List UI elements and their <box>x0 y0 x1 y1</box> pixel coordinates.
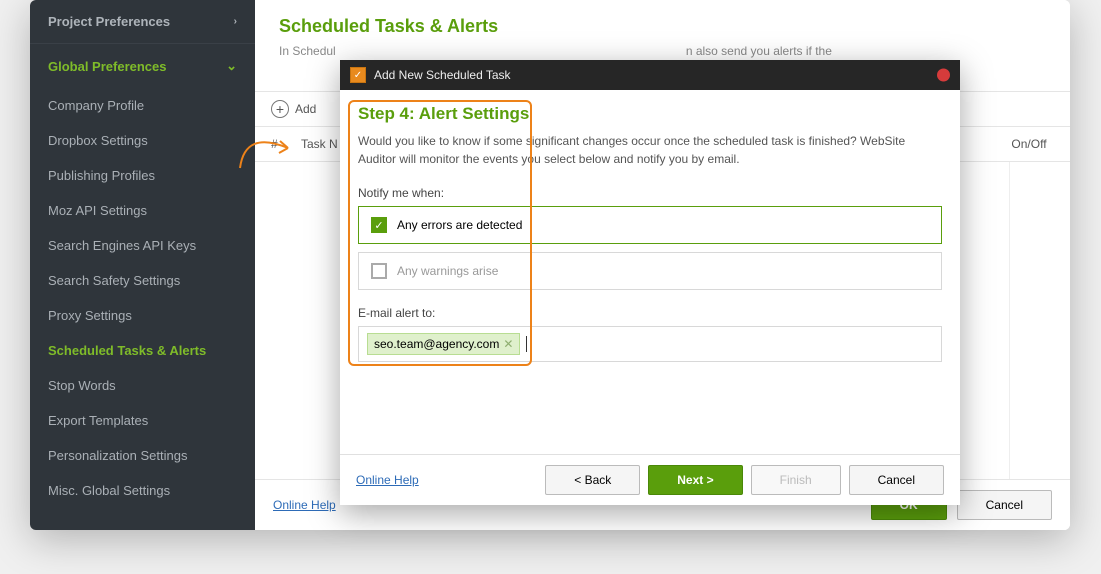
step-description: Would you like to know if some significa… <box>358 132 942 168</box>
global-preferences-header[interactable]: Global Preferences ⌄ <box>30 43 255 88</box>
check-icon <box>371 263 387 279</box>
sidebar-item-moz[interactable]: Moz API Settings <box>30 193 255 228</box>
project-prefs-label: Project Preferences <box>48 14 170 29</box>
task-icon: ✓ <box>350 67 366 83</box>
chevron-down-icon: ⌄ <box>226 58 237 74</box>
modal-cancel-button[interactable]: Cancel <box>849 465 944 495</box>
next-button[interactable]: Next > <box>648 465 742 495</box>
chevron-right-icon: › <box>234 16 237 27</box>
add-scheduled-task-modal: ✓ Add New Scheduled Task Step 4: Alert S… <box>340 60 960 505</box>
project-preferences-header[interactable]: Project Preferences › <box>30 0 255 43</box>
sidebar-item-proxy[interactable]: Proxy Settings <box>30 298 255 333</box>
sidebar-item-dropbox[interactable]: Dropbox Settings <box>30 123 255 158</box>
sidebar-item-publishing[interactable]: Publishing Profiles <box>30 158 255 193</box>
email-group: E-mail alert to: seo.team@agency.com ✕ <box>358 306 942 362</box>
sidebar-item-misc[interactable]: Misc. Global Settings <box>30 473 255 508</box>
step-title: Step 4: Alert Settings <box>358 104 942 124</box>
errors-label: Any errors are detected <box>397 218 522 232</box>
email-input[interactable]: seo.team@agency.com ✕ <box>358 326 942 362</box>
notify-group: Notify me when: ✓ Any errors are detecte… <box>358 186 942 290</box>
online-help-link[interactable]: Online Help <box>273 498 336 512</box>
col-number: # <box>271 137 301 151</box>
modal-help-link[interactable]: Online Help <box>356 473 419 487</box>
check-icon: ✓ <box>371 217 387 233</box>
checkbox-warnings[interactable]: Any warnings arise <box>358 252 942 290</box>
modal-footer: Online Help < Back Next > Finish Cancel <box>340 454 960 505</box>
sidebar-item-export[interactable]: Export Templates <box>30 403 255 438</box>
sidebar-item-company[interactable]: Company Profile <box>30 88 255 123</box>
email-tag: seo.team@agency.com ✕ <box>367 333 520 355</box>
sidebar: Project Preferences › Global Preferences… <box>30 0 255 530</box>
email-value: seo.team@agency.com <box>374 337 499 351</box>
sidebar-item-search-keys[interactable]: Search Engines API Keys <box>30 228 255 263</box>
sidebar-item-search-safety[interactable]: Search Safety Settings <box>30 263 255 298</box>
add-label: Add <box>295 102 316 116</box>
cancel-button[interactable]: Cancel <box>957 490 1052 520</box>
checkbox-errors[interactable]: ✓ Any errors are detected <box>358 206 942 244</box>
warnings-label: Any warnings arise <box>397 264 498 278</box>
modal-body: Step 4: Alert Settings Would you like to… <box>340 90 960 454</box>
text-cursor <box>526 336 527 352</box>
add-button[interactable]: + Add <box>271 100 316 118</box>
back-button[interactable]: < Back <box>545 465 640 495</box>
page-title: Scheduled Tasks & Alerts <box>255 0 1070 43</box>
global-prefs-label: Global Preferences <box>48 59 167 74</box>
col-onoff: On/Off <box>1004 137 1054 151</box>
modal-title: Add New Scheduled Task <box>374 68 511 82</box>
modal-titlebar[interactable]: ✓ Add New Scheduled Task <box>340 60 960 90</box>
remove-email-icon[interactable]: ✕ <box>503 337 513 351</box>
sidebar-item-scheduled[interactable]: Scheduled Tasks & Alerts <box>30 333 255 368</box>
finish-button: Finish <box>751 465 841 495</box>
sidebar-item-stop-words[interactable]: Stop Words <box>30 368 255 403</box>
sidebar-item-personalization[interactable]: Personalization Settings <box>30 438 255 473</box>
plus-icon: + <box>271 100 289 118</box>
email-label: E-mail alert to: <box>358 306 942 320</box>
notify-label: Notify me when: <box>358 186 942 200</box>
close-icon[interactable] <box>937 69 950 82</box>
